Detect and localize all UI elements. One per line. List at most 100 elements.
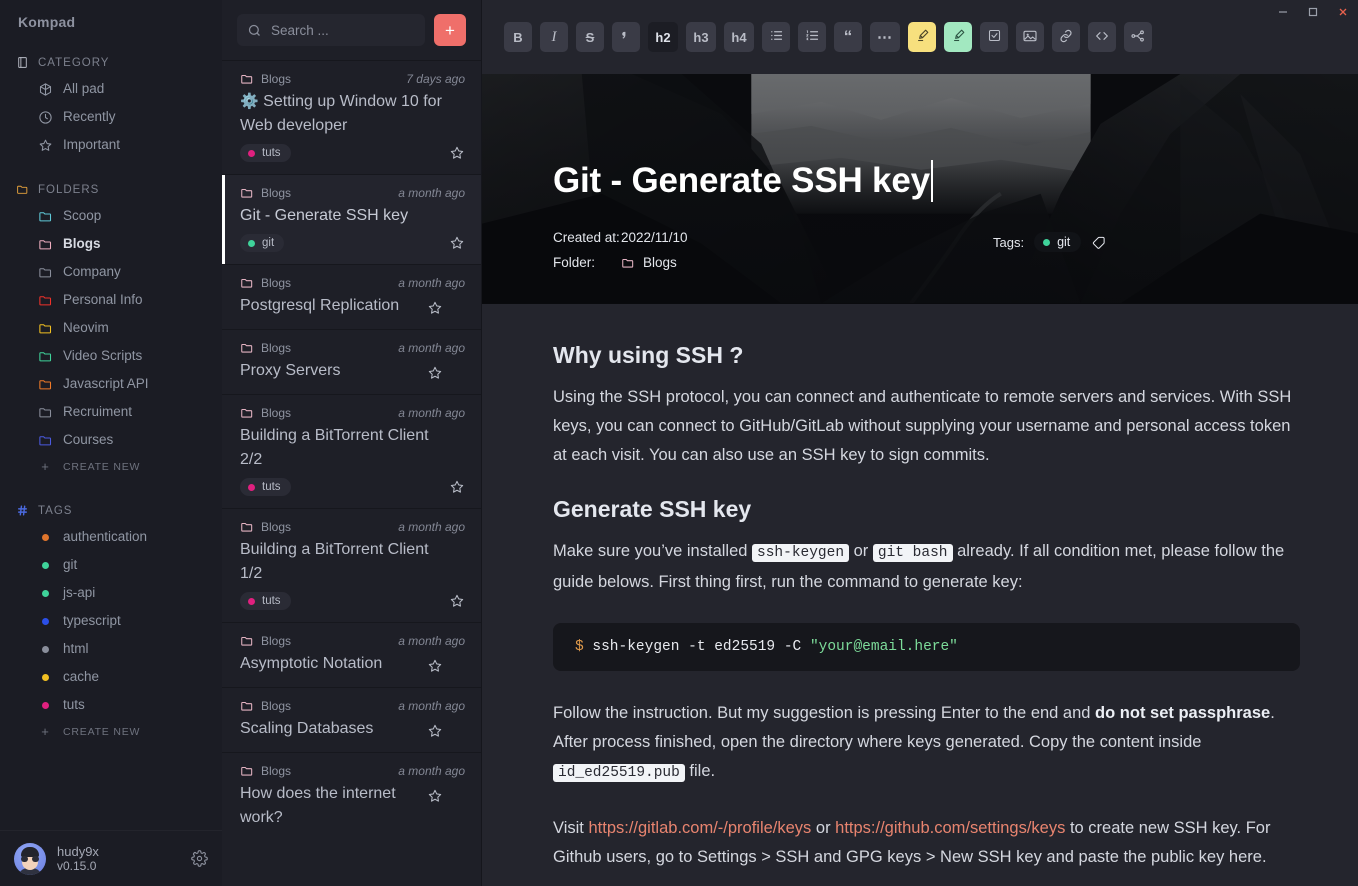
gear-icon[interactable] bbox=[191, 850, 208, 867]
sidebar-item-git[interactable]: git bbox=[0, 551, 222, 579]
folder-label: Folder: bbox=[553, 255, 621, 270]
dot-icon bbox=[38, 670, 53, 685]
insert-link-button[interactable] bbox=[1052, 22, 1080, 52]
note-list-item[interactable]: Blogs7 days ago⚙️ Setting up Window 10 f… bbox=[222, 60, 481, 174]
create-new-tags-button[interactable]: +CREATE NEW bbox=[0, 719, 222, 745]
favorite-star-icon[interactable] bbox=[427, 300, 443, 316]
sidebar-item-html[interactable]: html bbox=[0, 635, 222, 663]
sidebar-item-personal-info[interactable]: Personal Info bbox=[0, 286, 222, 314]
note-list-item[interactable]: Blogsa month agoBuilding a BitTorrent Cl… bbox=[222, 394, 481, 508]
inline-code-git-bash: git bash bbox=[873, 544, 953, 562]
more-options-button[interactable]: ⋯ bbox=[870, 22, 900, 52]
note-list-item[interactable]: Blogsa month agoHow does the internet wo… bbox=[222, 752, 481, 841]
sidebar-item-authentication[interactable]: authentication bbox=[0, 523, 222, 551]
sidebar-item-video-scripts[interactable]: Video Scripts bbox=[0, 342, 222, 370]
code-block[interactable]: $ ssh-keygen -t ed25519 -C "your@email.h… bbox=[553, 623, 1300, 671]
sidebar-item-company[interactable]: Company bbox=[0, 258, 222, 286]
github-keys-link[interactable]: https://github.com/settings/keys bbox=[835, 819, 1065, 837]
check-icon bbox=[987, 28, 1002, 46]
note-folder: Blogs bbox=[240, 406, 291, 420]
sidebar-item-tuts[interactable]: tuts bbox=[0, 691, 222, 719]
note-tag-chip[interactable]: git bbox=[240, 234, 284, 252]
folder-row[interactable]: Folder: Blogs bbox=[553, 255, 688, 270]
sidebar-item-blogs[interactable]: Blogs bbox=[0, 230, 222, 258]
note-list-item[interactable]: Blogsa month agoPostgresql Replication bbox=[222, 264, 481, 329]
heading-3-button[interactable]: h3 bbox=[686, 22, 716, 52]
highlight-green-button[interactable] bbox=[944, 22, 972, 52]
sidebar-item-recently[interactable]: Recently bbox=[0, 103, 222, 131]
tag-edit-icon[interactable] bbox=[1091, 235, 1106, 250]
blockquote-button[interactable]: “ bbox=[834, 22, 862, 52]
note-list-item[interactable]: Blogsa month agoGit - Generate SSH keygi… bbox=[222, 174, 481, 264]
note-tag-chip[interactable]: tuts bbox=[240, 144, 291, 162]
note-title-input[interactable]: Git - Generate SSH key bbox=[553, 160, 933, 202]
note-folder-label: Blogs bbox=[261, 276, 291, 290]
note-list-item[interactable]: Blogsa month agoAsymptotic Notation bbox=[222, 622, 481, 687]
sidebar-item-js-api[interactable]: js-api bbox=[0, 579, 222, 607]
ordered-list-button[interactable] bbox=[798, 22, 826, 52]
code-block-button[interactable] bbox=[1088, 22, 1116, 52]
note-tag-chip[interactable]: tuts bbox=[240, 478, 291, 496]
note-list-item[interactable]: Blogsa month agoScaling Databases bbox=[222, 687, 481, 752]
sidebar-item-cache[interactable]: cache bbox=[0, 663, 222, 691]
favorite-star-icon[interactable] bbox=[449, 235, 465, 251]
heading-4-button[interactable]: h4 bbox=[724, 22, 754, 52]
p3-strong: do not set passphrase bbox=[1095, 704, 1270, 722]
search-box[interactable] bbox=[237, 14, 425, 46]
folder-icon bbox=[621, 256, 635, 270]
sidebar-item-recruiment[interactable]: Recruiment bbox=[0, 398, 222, 426]
create-new-folders-button[interactable]: +CREATE NEW bbox=[0, 454, 222, 480]
maximize-button[interactable] bbox=[1298, 0, 1328, 24]
note-hero-banner: Git - Generate SSH key Created at: 2022/… bbox=[482, 74, 1358, 304]
sidebar-item-label: Personal Info bbox=[63, 291, 143, 309]
heading-2-button[interactable]: h2 bbox=[648, 22, 678, 52]
italic-button[interactable]: I bbox=[540, 22, 568, 52]
highlight-yellow-button[interactable] bbox=[908, 22, 936, 52]
highlight-mark-button[interactable] bbox=[612, 22, 640, 52]
folder-icon bbox=[38, 265, 53, 280]
note-folder-label: Blogs bbox=[261, 634, 291, 648]
sidebar-sections: CATEGORYAll padRecentlyImportantFOLDERSS… bbox=[0, 40, 222, 830]
favorite-star-icon[interactable] bbox=[427, 788, 443, 804]
tag-dot-icon bbox=[248, 484, 255, 491]
favorite-star-icon[interactable] bbox=[427, 723, 443, 739]
favorite-star-icon[interactable] bbox=[449, 145, 465, 161]
favorite-star-icon[interactable] bbox=[427, 365, 443, 381]
sidebar-section-title: TAGS bbox=[38, 505, 72, 517]
folder-icon bbox=[38, 377, 53, 392]
note-tag-chip[interactable]: tuts bbox=[240, 592, 291, 610]
sidebar-item-typescript[interactable]: typescript bbox=[0, 607, 222, 635]
favorite-star-icon[interactable] bbox=[427, 658, 443, 674]
insert-image-button[interactable] bbox=[1016, 22, 1044, 52]
search-input[interactable] bbox=[271, 23, 415, 38]
note-list-item[interactable]: Blogsa month agoBuilding a BitTorrent Cl… bbox=[222, 508, 481, 622]
close-button[interactable] bbox=[1328, 0, 1358, 24]
add-note-button[interactable]: + bbox=[434, 14, 466, 46]
sidebar-item-javascript-api[interactable]: Javascript API bbox=[0, 370, 222, 398]
sidebar-item-courses[interactable]: Courses bbox=[0, 426, 222, 454]
editor-panel: BISh2 h3 h4 “ ⋯ bbox=[482, 0, 1358, 886]
note-list-panel: + Blogs7 days ago⚙️ Setting up Window 10… bbox=[222, 0, 482, 886]
p2-text-a: Make sure you’ve installed bbox=[553, 542, 752, 560]
user-bar[interactable]: hudy9x v0.15.0 bbox=[0, 830, 222, 886]
note-list-item[interactable]: Blogsa month agoProxy Servers bbox=[222, 329, 481, 394]
bold-button[interactable]: B bbox=[504, 22, 532, 52]
note-content[interactable]: Why using SSH ? Using the SSH protocol, … bbox=[482, 304, 1358, 872]
sidebar-item-scoop[interactable]: Scoop bbox=[0, 202, 222, 230]
note-emoji: ⚙️ bbox=[240, 93, 259, 110]
note-folder: Blogs bbox=[240, 341, 291, 355]
sidebar-item-important[interactable]: Important bbox=[0, 131, 222, 159]
diagram-button[interactable] bbox=[1124, 22, 1152, 52]
tag-dot-icon bbox=[248, 150, 255, 157]
note-title-text: Scaling Databases bbox=[240, 717, 373, 741]
sidebar-item-neovim[interactable]: Neovim bbox=[0, 314, 222, 342]
hero-tag-chip[interactable]: git bbox=[1034, 232, 1081, 252]
favorite-star-icon[interactable] bbox=[449, 479, 465, 495]
task-list-button[interactable] bbox=[980, 22, 1008, 52]
strikethrough-button[interactable]: S bbox=[576, 22, 604, 52]
favorite-star-icon[interactable] bbox=[449, 593, 465, 609]
sidebar-item-all-pad[interactable]: All pad bbox=[0, 75, 222, 103]
minimize-button[interactable] bbox=[1268, 0, 1298, 24]
gitlab-keys-link[interactable]: https://gitlab.com/-/profile/keys bbox=[588, 819, 811, 837]
bullet-list-button[interactable] bbox=[762, 22, 790, 52]
